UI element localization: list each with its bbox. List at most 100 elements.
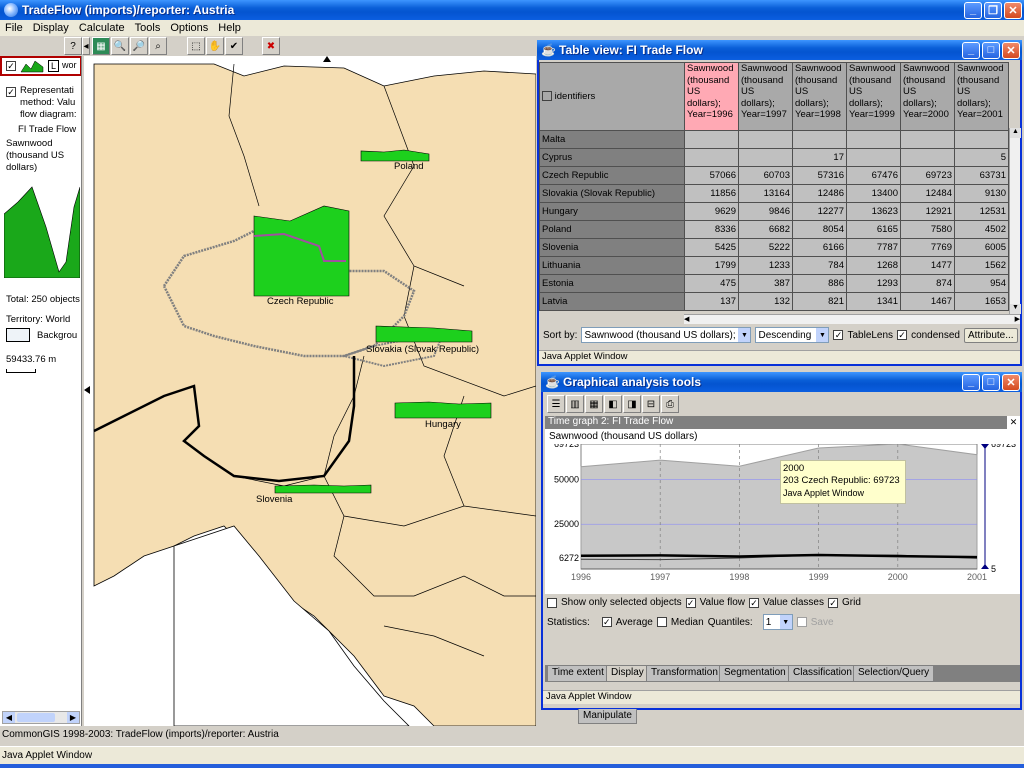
flow-diagram-czech-republic[interactable] bbox=[253, 205, 350, 297]
menu-calculate[interactable]: Calculate bbox=[74, 22, 130, 34]
table-close-icon[interactable]: ✕ bbox=[1002, 41, 1020, 59]
table-row[interactable]: Estonia 475 387 886 1293 874 954 bbox=[539, 274, 1009, 293]
column-header-1998[interactable]: Sawnwood (thousand US dollars); Year=1998 bbox=[792, 62, 847, 131]
check-icon[interactable]: ✔ bbox=[225, 37, 243, 55]
no-selection-icon[interactable]: ✖ bbox=[262, 37, 280, 55]
panel-close-icon[interactable]: ✕ bbox=[1007, 416, 1020, 429]
column-header-2001[interactable]: Sawnwood (thousand US dollars); Year=2001 bbox=[954, 62, 1009, 131]
scroll-right-icon[interactable]: ▶ bbox=[67, 712, 79, 723]
pan-hand-icon[interactable]: ✋ bbox=[206, 37, 224, 55]
graph-window-title-bar[interactable]: ☕ Graphical analysis tools _ □ ✕ bbox=[541, 372, 1022, 392]
menu-help[interactable]: Help bbox=[213, 22, 246, 34]
map-canvas[interactable]: Poland Czech Republic Slovakia (Slovak R… bbox=[84, 56, 536, 726]
minimize-icon[interactable]: _ bbox=[964, 1, 982, 19]
layout-columns-icon[interactable]: ▥ bbox=[566, 395, 584, 413]
representation-checkbox[interactable]: ✓ bbox=[6, 87, 16, 97]
zoom-in-icon[interactable]: 🔍 bbox=[111, 37, 129, 55]
value-cell bbox=[684, 148, 739, 167]
menu-options[interactable]: Options bbox=[165, 22, 213, 34]
layout-split-icon[interactable]: ⊟ bbox=[642, 395, 660, 413]
tab-time-extent[interactable]: Time extent bbox=[547, 665, 609, 681]
layout-grid-icon[interactable]: ▦ bbox=[585, 395, 603, 413]
quantiles-select[interactable]: 1 ▼ bbox=[762, 614, 793, 630]
main-title-bar[interactable]: TradeFlow (imports)/reporter: Austria _ … bbox=[0, 0, 1024, 20]
only-selected-checkbox[interactable] bbox=[547, 597, 557, 608]
table-row[interactable]: Malta bbox=[539, 130, 1009, 149]
zoom-out-icon[interactable]: 🔎 bbox=[130, 37, 148, 55]
layer-row[interactable]: ✓ L wor bbox=[0, 56, 81, 76]
find-icon[interactable]: ⌕ bbox=[149, 37, 167, 55]
flow-diagram-slovenia[interactable] bbox=[274, 484, 372, 494]
layout-rows-icon[interactable]: ☰ bbox=[547, 395, 565, 413]
scroll-thumb[interactable] bbox=[17, 713, 55, 722]
flow-diagram-hungary[interactable] bbox=[394, 401, 492, 419]
table-minimize-icon[interactable]: _ bbox=[962, 41, 980, 59]
map-svg[interactable] bbox=[84, 56, 536, 726]
sort-bar: Sort by: Sawnwood (thousand US dollars);… bbox=[543, 327, 1018, 343]
help-button[interactable]: ? bbox=[64, 37, 82, 55]
median-checkbox[interactable] bbox=[656, 617, 667, 627]
table-horizontal-scrollbar[interactable]: ◀ ▶ bbox=[684, 314, 1020, 324]
column-header-2000[interactable]: Sawnwood (thousand US dollars); Year=2000 bbox=[900, 62, 955, 131]
panel-toggle-icon[interactable]: ◂ bbox=[82, 37, 90, 55]
table-row[interactable]: Slovakia (Slovak Republic) 11856 13164 1248… bbox=[539, 184, 1009, 203]
close-icon[interactable]: ✕ bbox=[1004, 1, 1022, 19]
table-row[interactable]: Poland 8336 6682 8054 6165 7580 4502 bbox=[539, 220, 1009, 239]
table-scroll-right-icon[interactable]: ▶ bbox=[1015, 315, 1020, 323]
identifiers-checkbox[interactable] bbox=[542, 91, 552, 102]
table-vertical-scrollbar[interactable]: ▲ ▼ bbox=[1009, 128, 1021, 314]
scroll-left-icon[interactable]: ◀ bbox=[3, 712, 15, 723]
table-scroll-left-icon[interactable]: ◀ bbox=[684, 315, 689, 323]
table-row[interactable]: Cyprus 17 5 bbox=[539, 148, 1009, 167]
layout-right-icon[interactable]: ◨ bbox=[623, 395, 641, 413]
identifiers-header[interactable]: identifiers bbox=[539, 62, 685, 131]
print-icon[interactable]: ⎙ bbox=[661, 395, 679, 413]
value-classes-checkbox[interactable]: ✓ bbox=[749, 597, 760, 608]
graph-maximize-icon[interactable]: □ bbox=[982, 373, 1000, 391]
value-flow-checkbox[interactable]: ✓ bbox=[685, 597, 696, 608]
table-window-title-bar[interactable]: ☕ Table view: FI Trade Flow _ □ ✕ bbox=[537, 40, 1022, 60]
menu-bar: File Display Calculate Tools Options Hel… bbox=[0, 20, 1024, 36]
sort-order-select[interactable]: Descending ▼ bbox=[755, 327, 830, 343]
data-table: identifiers Sawnwood (thousand US dollars)… bbox=[539, 62, 1009, 311]
value-cell: 12277 bbox=[792, 202, 847, 221]
attribute-button[interactable]: Attribute... bbox=[964, 327, 1018, 343]
tab-display[interactable]: Display bbox=[606, 665, 649, 681]
table-maximize-icon[interactable]: □ bbox=[982, 41, 1000, 59]
column-header-1999[interactable]: Sawnwood (thousand US dollars); Year=1999 bbox=[846, 62, 901, 131]
table-row[interactable]: Lithuania 1799 1233 784 1268 1477 1562 bbox=[539, 256, 1009, 275]
graph-minimize-icon[interactable]: _ bbox=[962, 373, 980, 391]
layout-left-icon[interactable]: ◧ bbox=[604, 395, 622, 413]
legend-horizontal-scrollbar[interactable]: ◀ ▶ bbox=[2, 711, 80, 724]
tab-transformation[interactable]: Transformation bbox=[646, 665, 723, 681]
graph-close-icon[interactable]: ✕ bbox=[1002, 373, 1020, 391]
rectangle-select-icon[interactable]: ⬚ bbox=[187, 37, 205, 55]
tab-classification[interactable]: Classification bbox=[788, 665, 857, 681]
column-header-1996[interactable]: Sawnwood (thousand US dollars); Year=1996 bbox=[684, 62, 739, 131]
value-cell: 874 bbox=[900, 274, 955, 293]
menu-file[interactable]: File bbox=[0, 22, 28, 34]
table-row[interactable]: Slovenia 5425 5222 6166 7787 7769 6005 bbox=[539, 238, 1009, 257]
grid-checkbox[interactable]: ✓ bbox=[828, 597, 838, 608]
maximize-icon[interactable]: ❐ bbox=[984, 1, 1002, 19]
table-row[interactable]: Latvia 137 132 821 1341 1467 1653 bbox=[539, 292, 1009, 311]
graph-canvas[interactable]: Sawnwood (thousand US dollars) 69723 5000… bbox=[545, 429, 1020, 594]
column-header-1997[interactable]: Sawnwood (thousand US dollars); Year=1997 bbox=[738, 62, 793, 131]
tab-selection-query[interactable]: Selection/Query bbox=[853, 665, 935, 681]
java-icon: ☕ bbox=[545, 375, 560, 389]
menu-display[interactable]: Display bbox=[28, 22, 74, 34]
condensed-checkbox[interactable]: ✓ bbox=[897, 330, 908, 340]
average-checkbox[interactable]: ✓ bbox=[601, 617, 612, 627]
sort-attribute-select[interactable]: Sawnwood (thousand US dollars); ▼ bbox=[581, 327, 752, 343]
tablelens-checkbox[interactable]: ✓ bbox=[833, 330, 844, 340]
table-row[interactable]: Czech Republic 57066 60703 57316 67476 69723 6… bbox=[539, 166, 1009, 185]
table-scroll-down-icon[interactable]: ▼ bbox=[1010, 304, 1021, 314]
tab-segmentation[interactable]: Segmentation bbox=[719, 665, 791, 681]
layer-checkbox[interactable]: ✓ bbox=[6, 61, 16, 71]
save-checkbox[interactable] bbox=[796, 617, 807, 627]
table-scroll-up-icon[interactable]: ▲ bbox=[1010, 128, 1021, 138]
menu-tools[interactable]: Tools bbox=[130, 22, 166, 34]
table-row[interactable]: Hungary 9629 9846 12277 13623 12921 12531 bbox=[539, 202, 1009, 221]
map-select-icon[interactable]: ▦ bbox=[92, 37, 110, 55]
tab-manipulate[interactable]: Manipulate bbox=[578, 709, 637, 724]
